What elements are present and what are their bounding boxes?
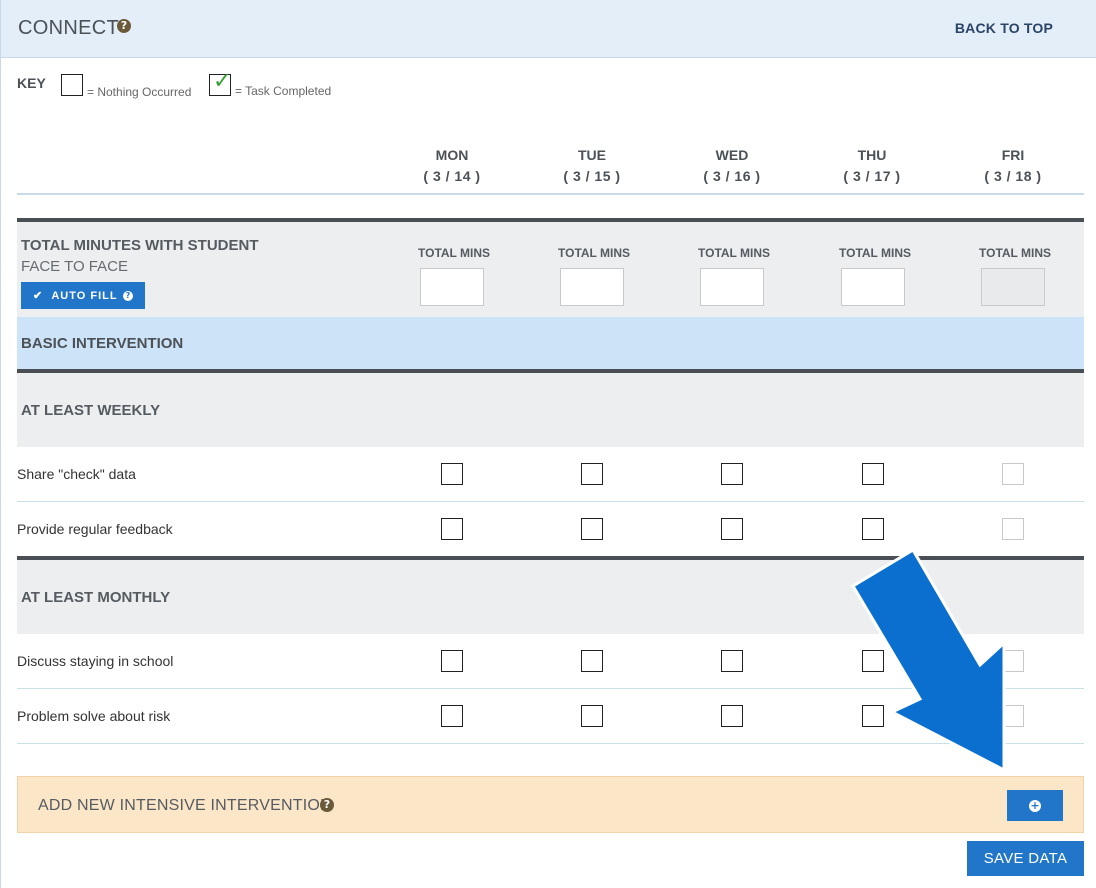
task-row: Share "check" data bbox=[17, 447, 1084, 502]
task-checkbox-fri bbox=[1002, 518, 1024, 540]
task-row: Discuss staying in school bbox=[17, 634, 1084, 689]
task-label: Share "check" data bbox=[17, 466, 136, 482]
add-intensive-intervention-bar: ADD NEW INTENSIVE INTERVENTION ? + bbox=[17, 776, 1084, 833]
total-minutes-title: TOTAL MINUTES WITH STUDENT bbox=[21, 237, 259, 254]
empty-checkbox-icon bbox=[61, 74, 83, 96]
checked-checkbox-icon: ✓ bbox=[209, 69, 231, 96]
total-mins-label-mon: TOTAL MINS bbox=[418, 246, 490, 260]
day-header-fri: FRI( 3 / 18 ) bbox=[984, 147, 1042, 184]
day-header-tue: TUE( 3 / 15 ) bbox=[563, 147, 621, 184]
auto-fill-label: AUTO FILL bbox=[51, 290, 118, 302]
task-checkbox-thu[interactable] bbox=[862, 650, 884, 672]
section-header: CONNECT ? BACK TO TOP bbox=[0, 0, 1096, 58]
save-data-button[interactable]: SAVE DATA bbox=[967, 841, 1084, 876]
total-mins-input-wed[interactable] bbox=[700, 268, 764, 306]
day-header-thu: THU( 3 / 17 ) bbox=[843, 147, 901, 184]
task-checkbox-thu[interactable] bbox=[862, 705, 884, 727]
task-checkbox-mon[interactable] bbox=[441, 463, 463, 485]
help-icon[interactable]: ? bbox=[123, 291, 134, 302]
task-label: Discuss staying in school bbox=[17, 653, 174, 669]
left-border bbox=[0, 58, 1, 888]
key-label: KEY bbox=[17, 75, 46, 91]
task-row: Provide regular feedback bbox=[17, 502, 1084, 557]
help-icon[interactable]: ? bbox=[117, 19, 131, 33]
task-checkbox-fri bbox=[1002, 650, 1024, 672]
group-header-monthly: AT LEAST MONTHLY bbox=[17, 556, 1084, 634]
basic-intervention-bar: BASIC INTERVENTION bbox=[17, 317, 1084, 370]
task-checkbox-tue[interactable] bbox=[581, 518, 603, 540]
total-mins-label-tue: TOTAL MINS bbox=[558, 246, 630, 260]
section-title: CONNECT bbox=[18, 17, 119, 39]
back-to-top-link[interactable]: BACK TO TOP bbox=[955, 20, 1053, 36]
total-mins-label-fri: TOTAL MINS bbox=[979, 246, 1051, 260]
plus-circle-icon: + bbox=[1029, 798, 1041, 812]
group-header-weekly: AT LEAST WEEKLY bbox=[17, 369, 1084, 447]
total-mins-input-thu[interactable] bbox=[841, 268, 905, 306]
total-minutes-subtitle: FACE TO FACE bbox=[21, 258, 128, 275]
task-checkbox-tue[interactable] bbox=[581, 650, 603, 672]
task-label: Problem solve about risk bbox=[17, 708, 171, 724]
group-title: AT LEAST MONTHLY bbox=[21, 589, 171, 606]
key-nothing-text: = Nothing Occurred bbox=[87, 85, 192, 99]
total-mins-input-mon[interactable] bbox=[420, 268, 484, 306]
auto-fill-button[interactable]: ✔ AUTO FILL ? bbox=[21, 282, 145, 309]
add-intervention-button[interactable]: + bbox=[1007, 790, 1063, 821]
task-row: Problem solve about risk bbox=[17, 689, 1084, 744]
task-label: Provide regular feedback bbox=[17, 521, 173, 537]
help-icon[interactable]: ? bbox=[320, 798, 334, 812]
task-checkbox-wed[interactable] bbox=[721, 463, 743, 485]
task-checkbox-tue[interactable] bbox=[581, 463, 603, 485]
total-mins-input-fri bbox=[981, 268, 1045, 306]
total-mins-input-tue[interactable] bbox=[560, 268, 624, 306]
basic-intervention-label: BASIC INTERVENTION bbox=[21, 335, 184, 352]
task-checkbox-mon[interactable] bbox=[441, 518, 463, 540]
task-checkbox-mon[interactable] bbox=[441, 705, 463, 727]
task-checkbox-wed[interactable] bbox=[721, 518, 743, 540]
key-completed-text: = Task Completed bbox=[235, 84, 332, 98]
task-checkbox-mon[interactable] bbox=[441, 650, 463, 672]
check-icon: ✓ bbox=[213, 69, 232, 94]
day-header-mon: MON( 3 / 14 ) bbox=[423, 147, 481, 184]
task-checkbox-wed[interactable] bbox=[721, 650, 743, 672]
total-mins-label-wed: TOTAL MINS bbox=[698, 246, 770, 260]
day-header-wed: WED( 3 / 16 ) bbox=[703, 147, 761, 184]
total-mins-label-thu: TOTAL MINS bbox=[839, 246, 911, 260]
task-checkbox-thu[interactable] bbox=[862, 463, 884, 485]
add-intensive-label: ADD NEW INTENSIVE INTERVENTION bbox=[38, 797, 332, 814]
total-minutes-section: TOTAL MINUTES WITH STUDENT FACE TO FACE … bbox=[17, 218, 1084, 317]
task-checkbox-tue[interactable] bbox=[581, 705, 603, 727]
group-title: AT LEAST WEEKLY bbox=[21, 402, 161, 419]
check-icon: ✔ bbox=[33, 290, 44, 302]
task-checkbox-fri bbox=[1002, 463, 1024, 485]
task-checkbox-thu[interactable] bbox=[862, 518, 884, 540]
day-header-row: MON( 3 / 14 ) TUE( 3 / 15 ) WED( 3 / 16 … bbox=[17, 140, 1084, 195]
task-checkbox-fri bbox=[1002, 705, 1024, 727]
task-checkbox-wed[interactable] bbox=[721, 705, 743, 727]
